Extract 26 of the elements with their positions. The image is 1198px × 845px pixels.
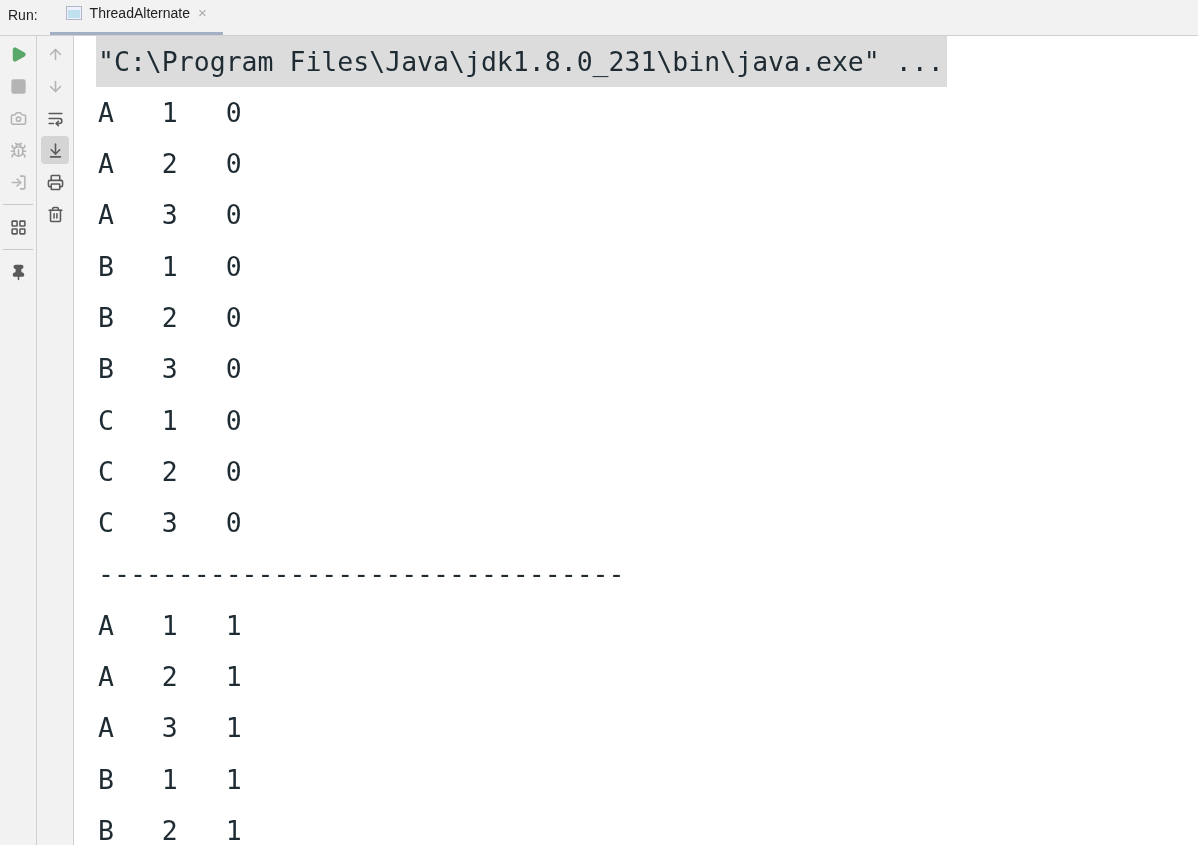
output-line: A 2 0 (97, 147, 242, 182)
stop-icon (9, 77, 27, 95)
scroll-to-end-button[interactable] (41, 136, 69, 164)
tab-title: ThreadAlternate (89, 3, 190, 23)
camera-icon (9, 109, 27, 127)
output-line: B 3 0 (97, 352, 242, 387)
printer-icon (46, 173, 64, 191)
bug-icon (9, 141, 27, 159)
output-line: A 3 1 (97, 711, 242, 746)
output-line: C 1 0 (97, 403, 242, 438)
layout-icon (9, 218, 27, 236)
output-line: A 1 1 (97, 608, 242, 643)
run-label: Run: (8, 6, 38, 25)
output-line: A 2 1 (97, 660, 242, 695)
output-line: --------------------------------- (97, 557, 625, 592)
output-line: B 1 1 (97, 762, 242, 797)
output-line: B 1 0 (97, 249, 242, 284)
output-line: B 2 0 (97, 300, 242, 335)
output-line: A 1 0 (97, 95, 242, 130)
output-line: C 2 0 (97, 454, 242, 489)
output-line: C 3 0 (97, 506, 242, 541)
window-icon (65, 6, 82, 20)
output-line: A 3 0 (97, 198, 242, 233)
enter-icon (9, 173, 27, 191)
output-line: B 2 1 (97, 813, 242, 845)
trash-icon (46, 205, 64, 223)
